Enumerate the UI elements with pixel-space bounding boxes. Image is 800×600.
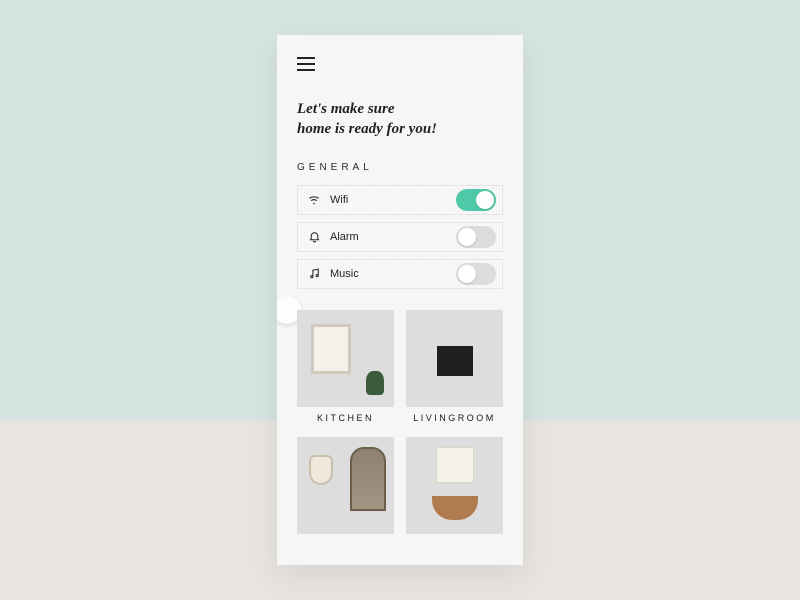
page-heading: Let's make sure home is ready for you! — [297, 99, 503, 140]
heading-line-2: home is ready for you! — [297, 119, 503, 139]
toggle-row-music: Music — [297, 259, 503, 289]
room-image — [297, 437, 394, 534]
music-icon — [306, 267, 322, 280]
phone-screen: Let's make sure home is ready for you! G… — [277, 35, 523, 565]
toggle-row-wifi: Wifi — [297, 185, 503, 215]
room-card-livingroom[interactable]: LIVINGROOM — [406, 310, 503, 425]
toggle-alarm[interactable] — [456, 226, 496, 248]
heading-line-1: Let's make sure — [297, 99, 503, 119]
room-image — [297, 310, 394, 407]
room-caption: LIVINGROOM — [406, 407, 503, 425]
room-card-bedroom[interactable] — [297, 437, 394, 542]
bell-icon — [306, 230, 322, 243]
toggle-row-alarm: Alarm — [297, 222, 503, 252]
hamburger-menu-icon[interactable] — [297, 57, 315, 71]
room-caption — [297, 534, 394, 542]
room-card-bathroom[interactable] — [406, 437, 503, 542]
toggle-label: Wifi — [330, 194, 456, 206]
toggle-music[interactable] — [456, 263, 496, 285]
toggle-label: Alarm — [330, 231, 456, 243]
room-image — [406, 437, 503, 534]
toggle-label: Music — [330, 268, 456, 280]
section-label-general: GENERAL — [297, 162, 503, 173]
rooms-grid: KITCHEN LIVINGROOM — [297, 310, 503, 542]
wifi-icon — [306, 193, 322, 207]
room-image — [406, 310, 503, 407]
room-caption: KITCHEN — [297, 407, 394, 425]
room-card-kitchen[interactable]: KITCHEN — [297, 310, 394, 425]
toggle-wifi[interactable] — [456, 189, 496, 211]
room-caption — [406, 534, 503, 542]
